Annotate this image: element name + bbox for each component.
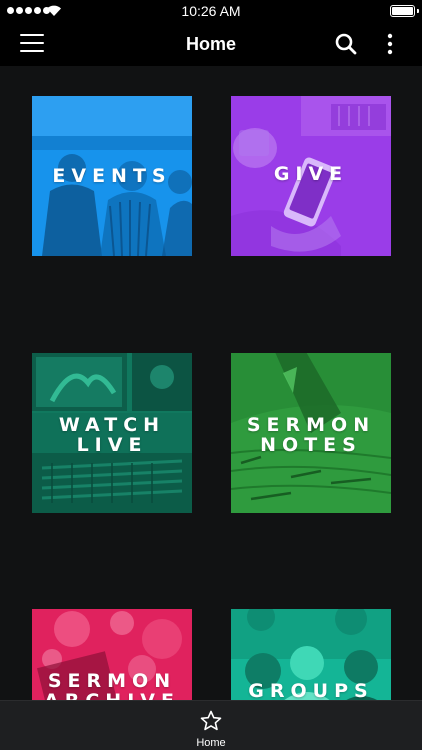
search-icon[interactable] <box>334 32 358 56</box>
tile-sermon-notes[interactable]: SERMON NOTES <box>231 353 391 513</box>
status-bar: 10:26 AM <box>0 0 422 22</box>
battery-icon <box>390 5 419 17</box>
tile-events[interactable]: EVENTS <box>32 96 192 256</box>
nav-bar: Home <box>0 22 422 66</box>
tile-groups[interactable]: GROUPS <box>231 609 391 700</box>
tile-sermon-archive[interactable]: SERMON ARCHIVE <box>32 609 192 700</box>
more-icon[interactable] <box>380 32 400 56</box>
tile-label-sermon-archive: SERMON ARCHIVE <box>44 670 177 700</box>
home-grid: EVENTS GIVE WATCH LIVE SERMON NOTES SERM… <box>0 66 422 700</box>
tile-label-watch-live: WATCH LIVE <box>58 414 166 456</box>
star-icon <box>200 710 222 731</box>
tile-label-groups: GROUPS <box>248 680 374 700</box>
tile-label-give: GIVE <box>273 163 349 185</box>
tile-label-events: EVENTS <box>52 165 172 187</box>
tab-bar: Home <box>0 700 422 750</box>
status-time: 10:26 AM <box>181 3 241 19</box>
page-title: Home <box>185 34 236 54</box>
tile-watch-live[interactable]: WATCH LIVE <box>32 353 192 513</box>
tile-label-sermon-notes: SERMON NOTES <box>246 414 376 456</box>
tile-give[interactable]: GIVE <box>231 96 391 256</box>
tab-home-label: Home <box>196 737 226 749</box>
tab-home[interactable]: Home <box>181 701 241 750</box>
